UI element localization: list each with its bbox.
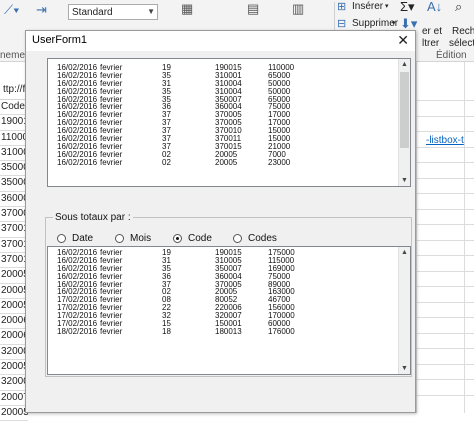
find-select-icon[interactable]: ⌕ (455, 0, 462, 14)
radio-code[interactable]: Code (173, 232, 212, 244)
orientation-icon[interactable]: ⟋▾ (4, 3, 19, 17)
bottom-listbox[interactable]: 16/02/2016 fevrier 19 190015 175000 16/02/201… (47, 246, 411, 375)
insert-cells-icon[interactable]: ⊞ (337, 0, 346, 14)
scroll-up-icon[interactable]: ▲ (399, 59, 410, 70)
radio-date[interactable]: Date (57, 232, 93, 244)
list-item[interactable]: 16/02/2016 fevrier 02 20005 23000 (48, 157, 397, 167)
sheet-cell[interactable]: 370015 (0, 253, 28, 269)
find-select-label[interactable]: Reche (452, 26, 474, 38)
list-cell: 20005 (215, 157, 238, 167)
list-cell: 176000 (268, 326, 295, 336)
sheet-cell[interactable]: 190015 (0, 115, 28, 131)
select-label[interactable]: sélecti (449, 38, 474, 50)
radio-indicator (233, 233, 242, 243)
list-cell: 180013 (215, 326, 242, 336)
sheet-cell[interactable]: 350007 (0, 176, 28, 192)
sheet-cell[interactable]: 20005 (0, 284, 28, 299)
fill-icon[interactable]: ⬇▾ (400, 17, 417, 31)
sheet-cell[interactable]: 310004 (0, 146, 28, 162)
radio-codes-label: Codes (248, 232, 277, 244)
list-cell: fevrier (100, 326, 123, 336)
sheet-cell[interactable]: 20006 (0, 329, 28, 345)
sheet-cell[interactable]: 20005 (0, 360, 28, 376)
sheet-cell[interactable]: Codes (0, 100, 28, 116)
hyperlink-cell[interactable]: -listbox-t (426, 135, 464, 146)
radio-indicator (115, 233, 124, 243)
cell-styles-icon[interactable]: ▥ (292, 2, 304, 16)
sheet-cell[interactable]: 20005 (0, 299, 28, 315)
filter-label[interactable]: ltrer (422, 38, 439, 50)
bottom-listbox-scrollbar[interactable]: ▲ ▼ (398, 247, 410, 374)
sheet-cell[interactable]: 370010 (0, 222, 28, 238)
scroll-thumb[interactable] (400, 72, 409, 148)
formula-bar-text[interactable]: ttp://f (3, 84, 25, 96)
radio-mois-label: Mois (130, 232, 152, 244)
number-format-value: Standard (72, 7, 113, 18)
number-format-select[interactable]: Standard ▼ (68, 4, 158, 20)
radio-code-label: Code (188, 232, 212, 244)
sheet-cell[interactable]: 20007 (0, 391, 28, 406)
dialog-titlebar[interactable]: UserForm1 ✕ (26, 31, 415, 51)
sheet-cell[interactable]: 320007 (0, 345, 28, 361)
sheet-cell[interactable]: 370005 (0, 207, 28, 223)
list-cell: fevrier (100, 157, 123, 167)
sort-filter-label[interactable]: er et (422, 26, 442, 38)
close-icon[interactable]: ✕ (397, 32, 409, 48)
radio-codes[interactable]: Codes (233, 232, 277, 244)
autosum-icon[interactable]: Σ▾ (400, 0, 415, 14)
radio-indicator (57, 233, 66, 243)
delete-cells-icon[interactable]: ⊟ (337, 17, 346, 31)
sheet-cell[interactable]: 320007 (0, 375, 28, 391)
sheet-cell[interactable]: 350004 (0, 161, 28, 177)
subtotals-frame-label: Sous totaux par : (53, 212, 133, 223)
sheet-cell[interactable]: 370011 (0, 238, 28, 253)
top-listbox[interactable]: 16/02/2016 fevrier 19 190015 110000 16/02/201… (47, 58, 411, 187)
list-cell: 18/02/2016 (57, 326, 98, 336)
list-cell: 23000 (268, 157, 291, 167)
insert-button[interactable]: Insérer (352, 1, 383, 13)
list-cell: 16/02/2016 (57, 157, 98, 167)
top-listbox-rows: 16/02/2016 fevrier 19 190015 110000 16/02/201… (48, 64, 397, 186)
sheet-cell[interactable]: 20005 (0, 406, 28, 421)
radio-mois[interactable]: Mois (115, 232, 151, 244)
sheet-cell[interactable]: 110001 (0, 131, 28, 146)
sheet-right-strip (416, 62, 474, 413)
userform-dialog: UserForm1 ✕ 16/02/2016 fevrier 19 190015 110… (25, 30, 416, 413)
list-cell: 02 (162, 157, 171, 167)
radio-date-label: Date (72, 232, 94, 244)
list-item[interactable]: 18/02/2016 fevrier 18 180013 176000 (48, 326, 397, 336)
conditional-format-icon[interactable]: ▦ (181, 2, 193, 16)
sheet-cell[interactable]: 20005 (0, 268, 28, 284)
sheet-cell[interactable]: 20006 (0, 314, 28, 330)
sort-filter-icon[interactable]: A↓ (427, 0, 442, 14)
chevron-down-icon: ▼ (147, 7, 155, 16)
sheet-cell[interactable]: 360004 (0, 192, 28, 208)
radio-indicator (173, 233, 182, 243)
format-table-icon[interactable]: ▤ (247, 2, 259, 16)
dialog-title: UserForm1 (32, 34, 88, 46)
scroll-down-icon[interactable]: ▼ (399, 363, 410, 374)
wrap-text-icon[interactable]: ⇥ (36, 3, 47, 17)
scroll-up-icon[interactable]: ▲ (399, 247, 410, 258)
delete-chevron-icon: ▾ (392, 20, 396, 27)
edition-group-label: Édition (436, 50, 467, 61)
sheet-column-cells: Codes19001511000131000435000435000736000… (0, 100, 28, 421)
list-cell: 18 (162, 326, 171, 336)
insert-chevron-icon: ▾ (385, 3, 389, 10)
bottom-listbox-rows: 16/02/2016 fevrier 19 190015 175000 16/02/201… (48, 249, 397, 374)
top-listbox-scrollbar[interactable]: ▲ ▼ (398, 59, 410, 186)
scroll-down-icon[interactable]: ▼ (399, 175, 410, 186)
